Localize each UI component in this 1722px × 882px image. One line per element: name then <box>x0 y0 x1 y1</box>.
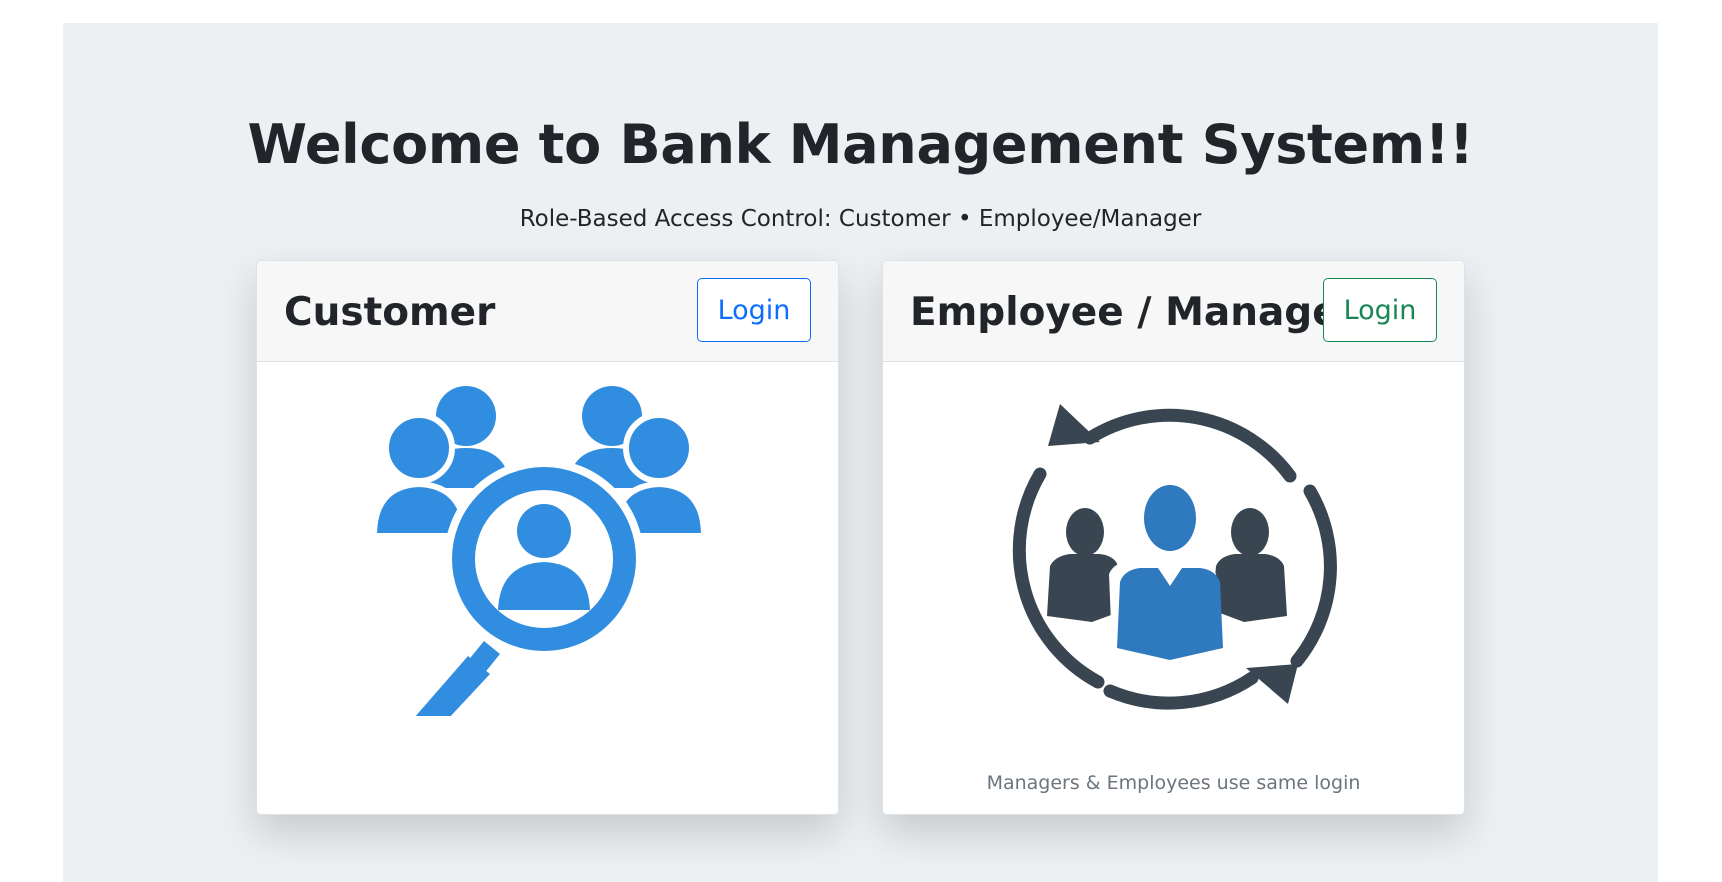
page-subtitle: Role-Based Access Control: Customer • Em… <box>519 206 1202 232</box>
shared-login-note: Managers & Employees use same login <box>986 772 1361 794</box>
hero-section: Welcome to Bank Management System!! Role… <box>63 23 1658 882</box>
page-title: Welcome to Bank Management System!! <box>247 113 1474 176</box>
employee-manager-card: Employee / Manager Login Managers & Empl… <box>882 260 1465 815</box>
customer-card-body <box>257 362 838 814</box>
customer-card-title: Customer <box>284 290 496 335</box>
customer-search-icon <box>374 386 704 716</box>
employee-card-title: Employee / Manager <box>910 290 1358 335</box>
employee-card-header: Employee / Manager Login <box>883 261 1464 362</box>
customer-card-header: Customer Login <box>257 261 838 362</box>
team-cycle-icon <box>1012 404 1337 710</box>
customer-card: Customer Login <box>256 260 839 815</box>
customer-login-button[interactable]: Login <box>697 278 811 342</box>
employee-login-button[interactable]: Login <box>1323 278 1437 342</box>
employee-card-body: Managers & Employees use same login <box>883 362 1464 814</box>
